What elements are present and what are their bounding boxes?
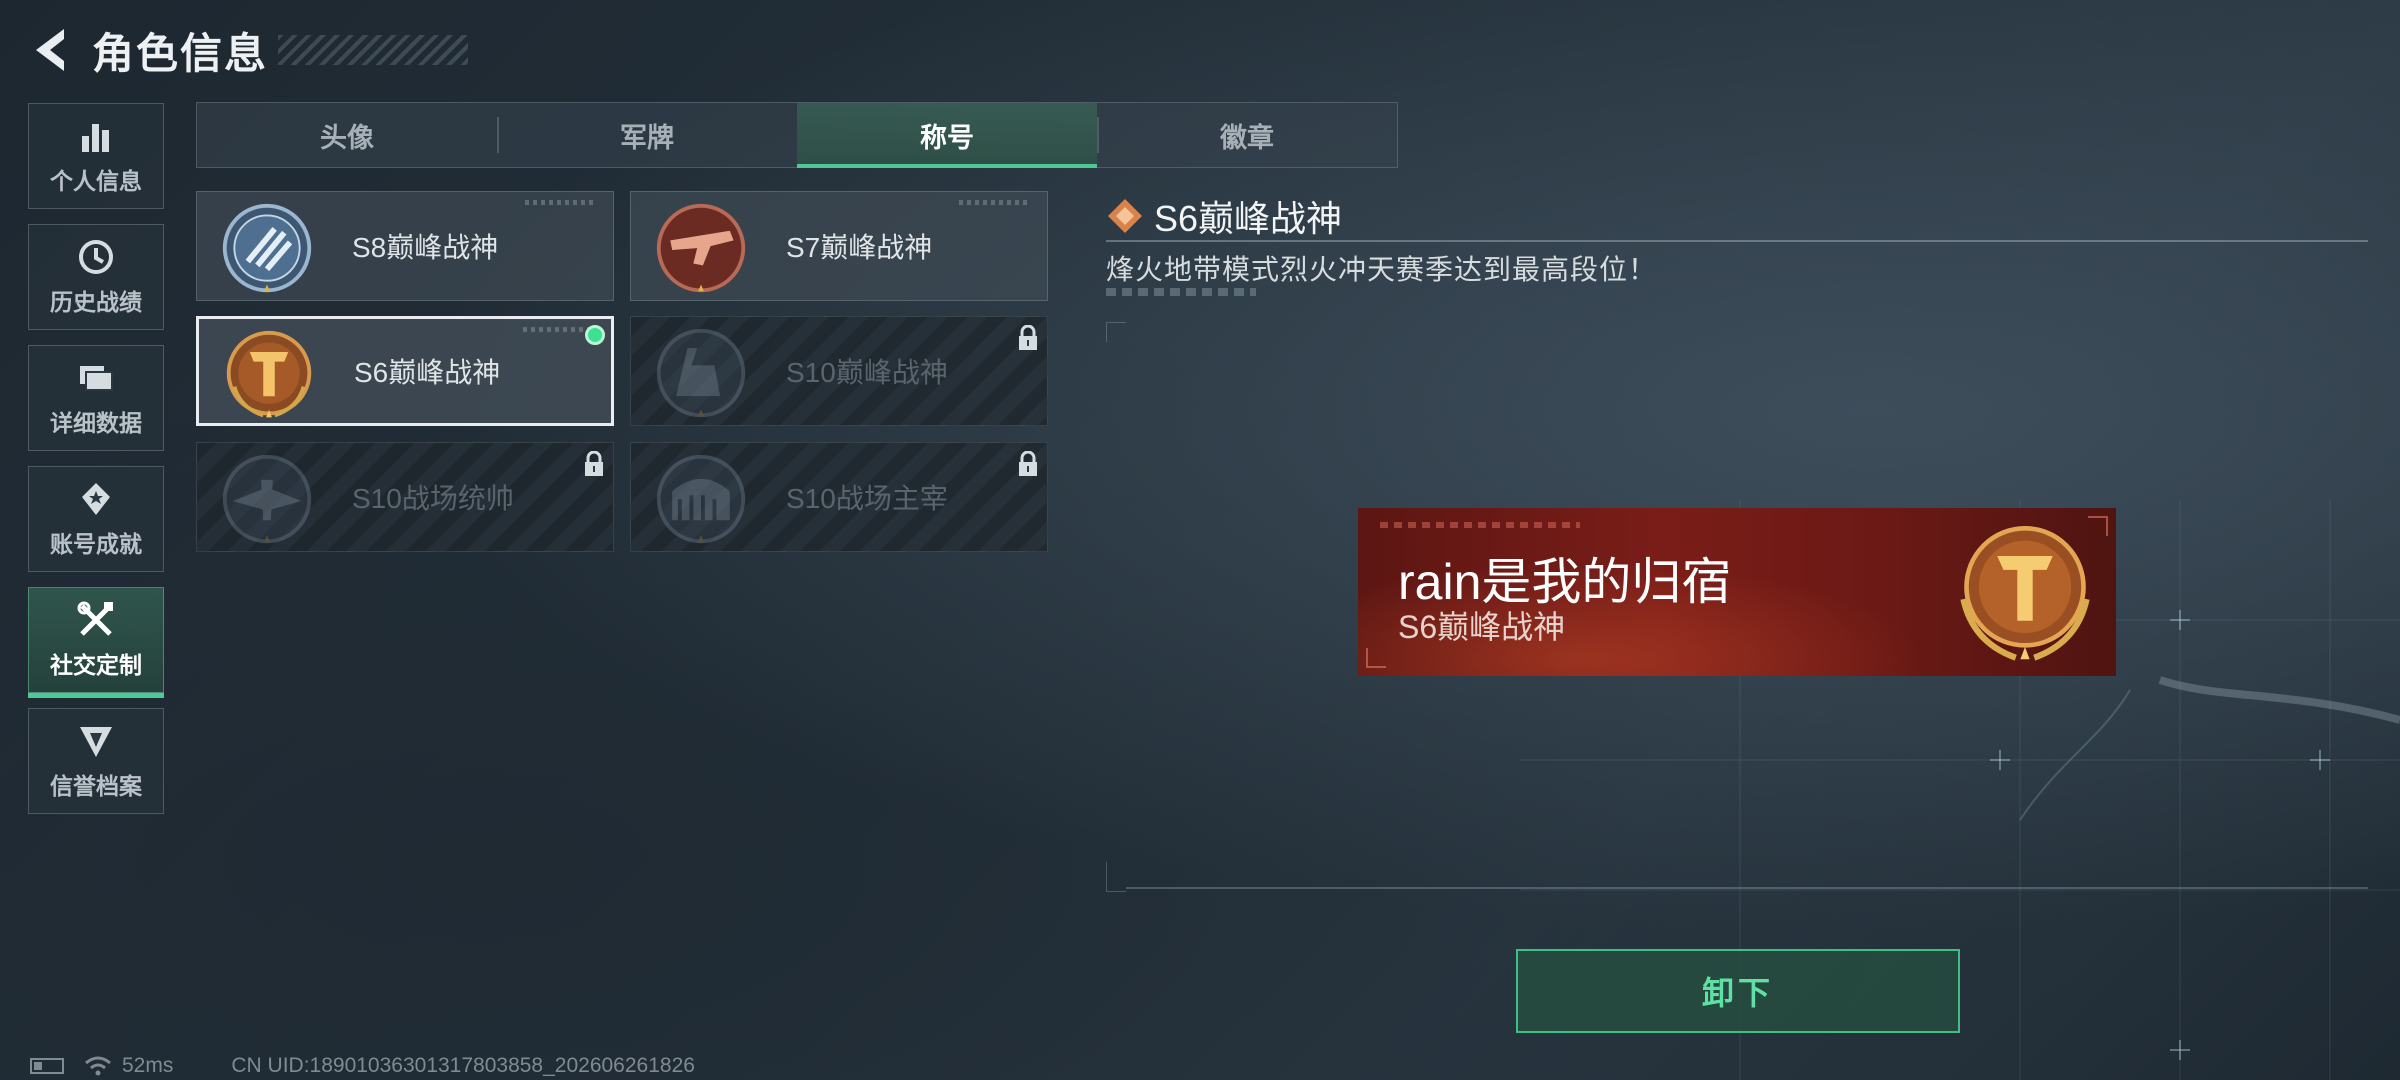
card-decoration <box>525 200 595 205</box>
title-card-s10-commander[interactable]: S10战场统帅 <box>196 442 614 552</box>
title-card-s10-dominator[interactable]: S10战场主宰 <box>630 442 1048 552</box>
equipped-indicator <box>585 325 605 345</box>
tab-bar: 头像 军牌 称号 徽章 <box>196 102 1398 168</box>
folder-icon <box>80 366 113 391</box>
sidebar-item-achievements[interactable]: 账号成就 <box>28 466 164 572</box>
title-card-s10-peak[interactable]: S10巅峰战神 <box>630 316 1048 426</box>
clock-icon <box>79 240 113 274</box>
tools-icon <box>77 601 113 636</box>
s7-emblem-icon <box>656 203 746 293</box>
page-title: 角色信息 <box>92 29 269 77</box>
back-arrow-icon[interactable] <box>30 25 70 75</box>
tab-avatar[interactable]: 头像 <box>197 103 497 167</box>
sidebar-item-label: 账号成就 <box>50 531 142 557</box>
sidebar-item-label: 个人信息 <box>50 168 142 194</box>
status-bar: 52ms CN UID:18901036301317803858_2026062… <box>30 1054 695 1078</box>
sidebar-item-label: 详细数据 <box>50 410 142 436</box>
diamond-rank-icon <box>1108 199 1142 233</box>
s10-dominator-emblem-icon <box>656 454 746 544</box>
wifi-icon <box>85 1056 111 1076</box>
s10-peak-emblem-icon <box>656 328 746 418</box>
unequip-button[interactable]: 卸下 <box>1516 949 1960 1033</box>
sidebar-item-credit-record[interactable]: 信誉档案 <box>28 708 164 814</box>
lock-icon <box>1019 325 1037 350</box>
title-name: S8巅峰战神 <box>352 232 499 263</box>
detail-header: S6巅峰战神 <box>1106 190 1342 242</box>
credit-emblem-icon <box>80 727 112 757</box>
detail-title: S6巅峰战神 <box>1154 198 1343 239</box>
sidebar-item-label: 历史战绩 <box>50 289 142 315</box>
title-card-s6[interactable]: S6巅峰战神 <box>196 316 614 426</box>
lock-icon <box>1019 451 1037 476</box>
achievement-icon <box>82 483 110 515</box>
detail-divider <box>1106 240 2368 242</box>
sidebar-item-label: 社交定制 <box>50 652 142 678</box>
sidebar-item-history[interactable]: 历史战绩 <box>28 224 164 330</box>
title-card-s7[interactable]: S7巅峰战神 <box>630 191 1048 301</box>
title-name: S10战场主宰 <box>786 483 948 514</box>
title-card-s8[interactable]: S8巅峰战神 <box>196 191 614 301</box>
banner-corner <box>1366 648 1386 668</box>
ping-text: 52ms <box>122 1054 174 1077</box>
s6-emblem-large-icon <box>1960 526 2090 661</box>
bar-chart-icon <box>82 124 109 152</box>
title-name: S10战场统帅 <box>352 483 514 514</box>
sidebar: 个人信息 历史战绩 详细数据 账号成就 社交定制 信誉档案 <box>28 103 166 829</box>
lock-icon <box>585 451 603 476</box>
s8-emblem-icon <box>222 203 312 293</box>
detail-decoration <box>1106 288 1256 296</box>
uid-text: CN UID:18901036301317803858_202606261826 <box>231 1054 695 1077</box>
s10-commander-emblem-icon <box>222 454 312 544</box>
detail-description: 烽火地带模式烈火冲天赛季达到最高段位！ <box>1106 254 1658 285</box>
tab-badge[interactable]: 徽章 <box>1097 103 1397 167</box>
title-banner-preview: rain是我的归宿 S6巅峰战神 <box>1358 508 2116 676</box>
title-decoration <box>278 35 469 65</box>
sidebar-item-social-custom[interactable]: 社交定制 <box>28 587 164 698</box>
tab-title[interactable]: 称号 <box>797 103 1097 168</box>
sidebar-item-detailed-data[interactable]: 详细数据 <box>28 345 164 451</box>
card-decoration <box>523 327 593 332</box>
sidebar-item-label: 信誉档案 <box>50 773 142 799</box>
s6-emblem-icon <box>226 330 312 418</box>
banner-title: S6巅峰战神 <box>1398 609 1566 645</box>
title-name: S6巅峰战神 <box>354 357 501 388</box>
sidebar-item-personal-info[interactable]: 个人信息 <box>28 103 164 209</box>
banner-decoration <box>1380 522 1580 528</box>
title-name: S7巅峰战神 <box>786 232 933 263</box>
tab-dog-tag[interactable]: 军牌 <box>497 103 797 167</box>
title-name: S10巅峰战神 <box>786 357 948 388</box>
battery-icon <box>30 1058 64 1074</box>
header: 角色信息 <box>30 22 469 78</box>
card-decoration <box>959 200 1029 205</box>
